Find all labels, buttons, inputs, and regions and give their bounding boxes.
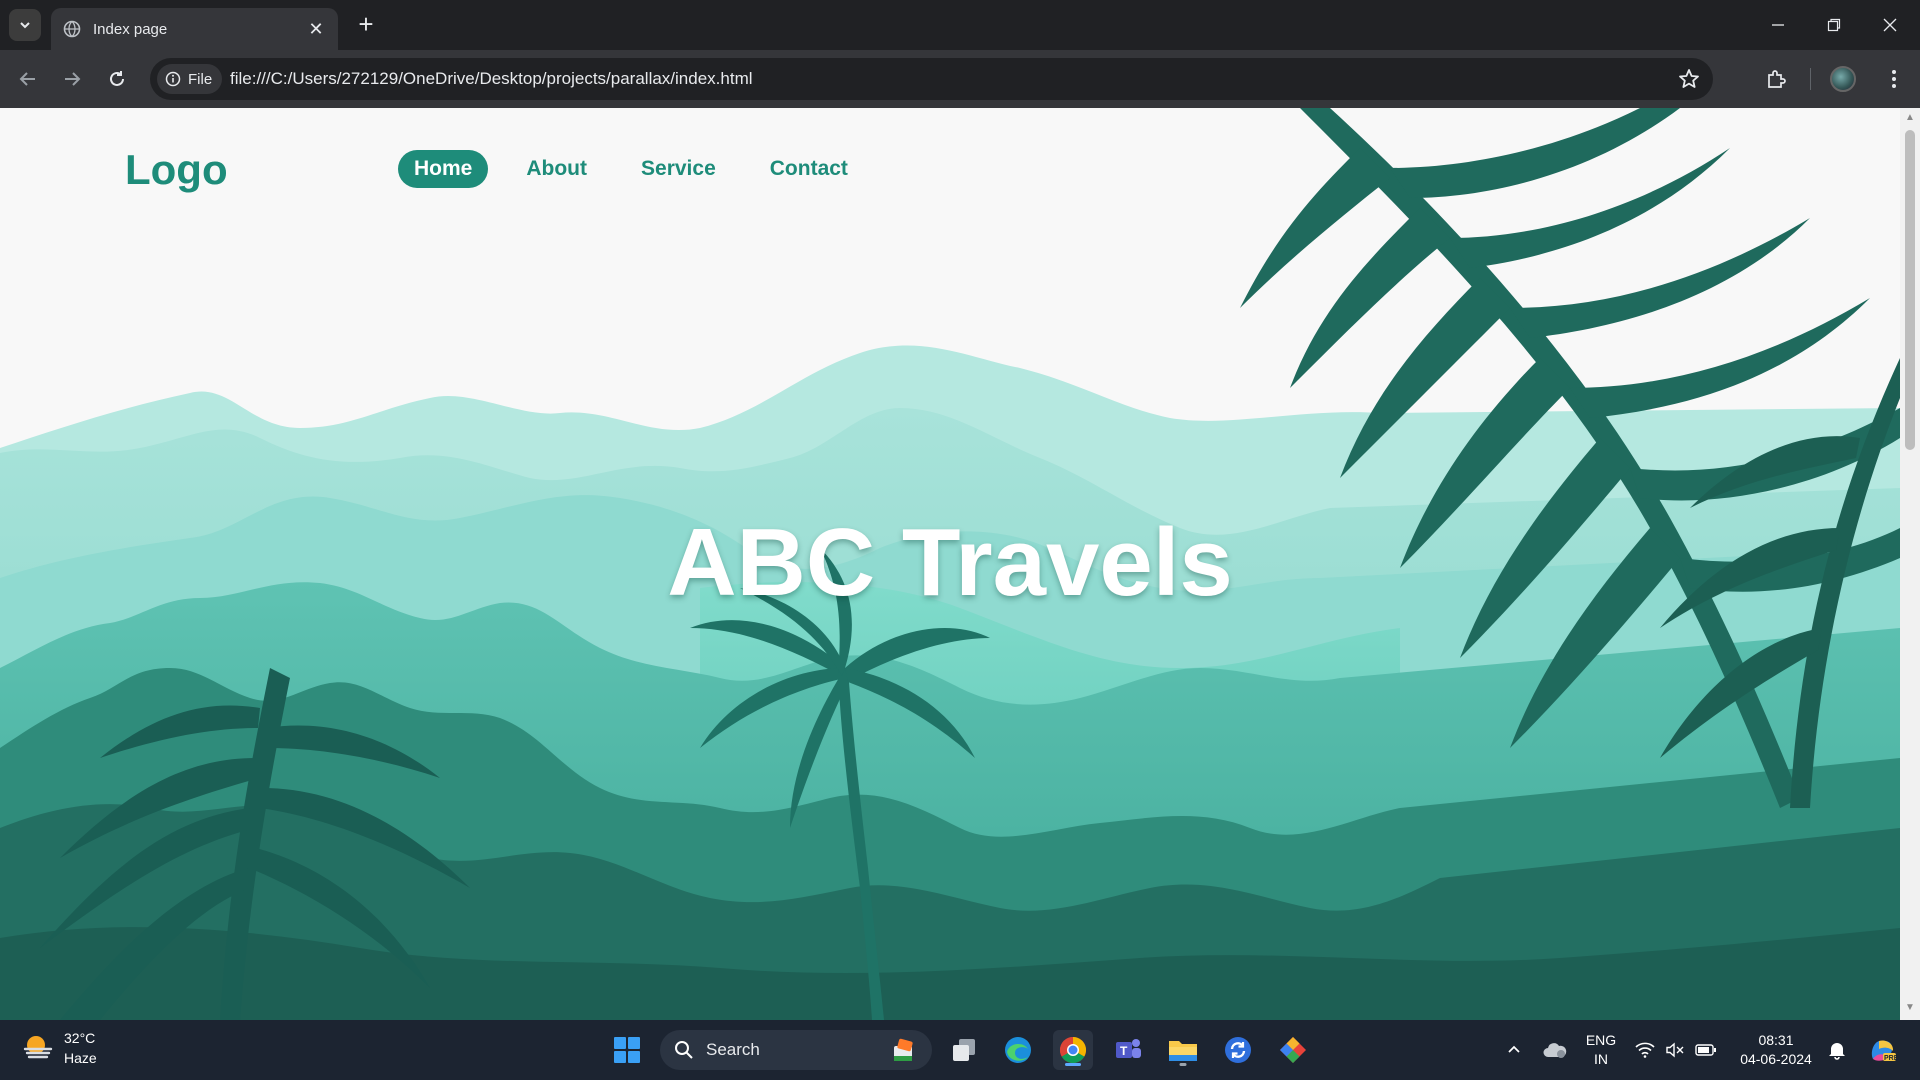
clock-time: 08:31: [1758, 1032, 1794, 1048]
file-explorer-button[interactable]: [1163, 1030, 1203, 1070]
edge-button[interactable]: [998, 1030, 1038, 1070]
running-indicator: [1065, 1063, 1081, 1066]
chevron-down-icon: [20, 22, 30, 29]
onedrive-button[interactable]: [1538, 1020, 1572, 1080]
battery-icon: [1695, 1044, 1716, 1056]
forward-button[interactable]: [56, 63, 88, 95]
arrow-right-icon: [65, 72, 81, 86]
close-tab-icon[interactable]: ✕: [306, 19, 326, 40]
restore-icon: [1827, 18, 1841, 32]
task-view-button[interactable]: [944, 1030, 984, 1070]
git-icon: [1280, 1037, 1306, 1063]
scroll-up-arrow-icon[interactable]: ▲: [1904, 112, 1916, 124]
toolbar-divider: [1810, 68, 1811, 90]
nav-home-link[interactable]: Home: [398, 150, 489, 188]
browser-toolbar: File file:///C:/Users/272129/OneDrive/De…: [0, 50, 1920, 108]
restore-button[interactable]: [1814, 10, 1854, 40]
back-button[interactable]: [12, 63, 44, 95]
notifications-button[interactable]: [1822, 1020, 1852, 1080]
show-hidden-icons-button[interactable]: [1500, 1020, 1528, 1080]
sync-app-button[interactable]: [1218, 1030, 1258, 1070]
clock[interactable]: 08:31 04-06-2024: [1730, 1020, 1822, 1080]
nav-contact-link[interactable]: Contact: [754, 150, 864, 188]
more-vert-icon: [1892, 70, 1896, 88]
windows-start-icon: [614, 1037, 640, 1063]
puzzle-icon: [1768, 70, 1786, 88]
search-highlight-icon: [894, 1038, 913, 1061]
search-label: Search: [706, 1040, 760, 1059]
start-button[interactable]: [607, 1030, 647, 1070]
site-info-chip[interactable]: File: [157, 64, 223, 94]
svg-text:PRE: PRE: [1884, 1055, 1897, 1062]
git-app-button[interactable]: [1273, 1030, 1313, 1070]
running-indicator: [1179, 1063, 1187, 1066]
clock-date: 04-06-2024: [1740, 1051, 1812, 1067]
page-scrollbar[interactable]: ▲ ▼: [1900, 108, 1920, 1020]
close-window-button[interactable]: [1870, 10, 1910, 40]
weather-widget[interactable]: 32°C Haze: [22, 1028, 97, 1068]
haze-sun-icon: [23, 1036, 53, 1059]
folder-icon: [1169, 1041, 1197, 1061]
bookmark-star-icon[interactable]: [1677, 67, 1701, 91]
site-logo[interactable]: Logo: [125, 146, 228, 194]
main-menu: Home About Service Contact: [398, 150, 874, 188]
tab-search-button[interactable]: [9, 9, 41, 41]
copilot-icon: PRE: [1871, 1040, 1897, 1062]
site-chip-label: File: [188, 70, 213, 88]
task-view-icon: [953, 1039, 975, 1061]
extensions-button[interactable]: [1760, 63, 1792, 95]
language-top: ENG: [1585, 1032, 1617, 1048]
profile-button[interactable]: [1827, 63, 1859, 95]
search-icon: [675, 1041, 693, 1059]
windows-taskbar: 32°C Haze Search T ENG IN 08:31 04-06-20…: [0, 1020, 1920, 1080]
teams-button[interactable]: T: [1108, 1030, 1148, 1070]
bell-icon: [1829, 1043, 1845, 1060]
new-tab-button[interactable]: +: [352, 11, 380, 39]
tab-strip: Index page ✕ +: [0, 0, 1920, 50]
wifi-icon: [1635, 1042, 1655, 1058]
url-text[interactable]: file:///C:/Users/272129/OneDrive/Desktop…: [230, 69, 753, 89]
language-bottom: IN: [1594, 1051, 1608, 1067]
reload-button[interactable]: [101, 63, 133, 95]
page-viewport: Logo Home About Service Contact ABC Trav…: [0, 108, 1900, 1020]
chrome-button[interactable]: [1053, 1030, 1093, 1070]
minimize-icon: [1772, 24, 1784, 26]
weather-desc: Haze: [64, 1050, 97, 1066]
minimize-button[interactable]: [1758, 10, 1798, 40]
scroll-down-arrow-icon[interactable]: ▼: [1904, 1002, 1916, 1014]
taskbar-search[interactable]: Search: [660, 1030, 932, 1070]
hero-title: ABC Travels: [667, 509, 1233, 616]
nav-about-link[interactable]: About: [510, 150, 603, 188]
reload-icon: [110, 71, 124, 86]
avatar: [1830, 66, 1856, 92]
chrome-icon: [1059, 1036, 1087, 1064]
teams-icon: T: [1116, 1039, 1141, 1058]
tab-title: Index page: [93, 20, 168, 38]
site-navbar: Logo Home About Service Contact: [0, 108, 1900, 208]
copilot-button[interactable]: PRE: [1862, 1020, 1902, 1080]
cloud-icon: [1543, 1043, 1567, 1058]
chevron-up-icon: [1508, 1045, 1520, 1053]
arrow-left-icon: [19, 72, 35, 86]
speaker-muted-icon: [1666, 1042, 1684, 1058]
edge-icon: [1005, 1037, 1031, 1063]
weather-temp: 32°C: [64, 1030, 96, 1046]
globe-icon: [63, 20, 81, 38]
svg-text:T: T: [1120, 1044, 1128, 1058]
close-icon: [1883, 18, 1897, 32]
address-bar[interactable]: File file:///C:/Users/272129/OneDrive/De…: [150, 58, 1713, 100]
sync-icon: [1225, 1037, 1251, 1063]
info-icon: [165, 71, 181, 87]
quick-settings-button[interactable]: [1632, 1020, 1720, 1080]
scroll-thumb[interactable]: [1905, 130, 1915, 450]
nav-service-link[interactable]: Service: [625, 150, 732, 188]
menu-button[interactable]: [1878, 63, 1910, 95]
tab-index-page[interactable]: Index page ✕: [51, 8, 338, 50]
language-indicator[interactable]: ENG IN: [1578, 1020, 1624, 1080]
